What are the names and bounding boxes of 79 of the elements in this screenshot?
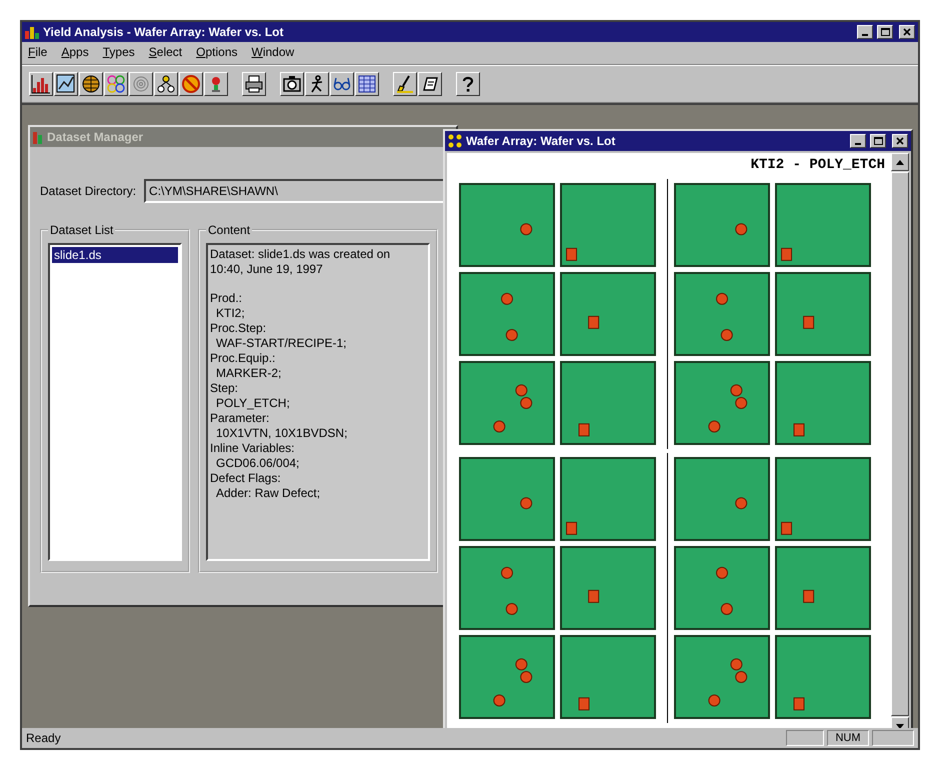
brush-icon	[395, 74, 415, 94]
toolbar-button[interactable]	[129, 72, 153, 96]
toolbar-button[interactable]	[330, 72, 354, 96]
close-button[interactable]	[892, 134, 908, 148]
content-line: KTI2;	[215, 306, 246, 321]
status-pane	[786, 730, 824, 746]
toolbar-button[interactable]	[54, 72, 78, 96]
menu-item[interactable]: Select	[148, 45, 182, 61]
hierarchy-icon	[156, 74, 176, 94]
group-label: Content	[207, 223, 252, 237]
content-line: Inline Variables:	[210, 441, 296, 456]
content-line: MARKER-2;	[215, 366, 282, 381]
toolbar-button[interactable]	[204, 72, 228, 96]
up-arrow-icon	[896, 160, 904, 164]
bar-chart-icon	[31, 74, 51, 94]
toolbar-button[interactable]	[355, 72, 379, 96]
list-item[interactable]: slide1.ds	[52, 247, 178, 263]
content-line: WAF-START/RECIPE-1;	[215, 336, 348, 351]
content-line: Adder: Raw Defect;	[215, 486, 322, 501]
minimize-button[interactable]	[857, 25, 873, 39]
camera-icon	[282, 74, 302, 94]
toolbar-button[interactable]	[79, 72, 103, 96]
close-icon	[903, 28, 911, 36]
content-line: 10X1VTN, 10X1BVDSN;	[215, 426, 348, 441]
content-line: Proc.Step:	[210, 321, 268, 336]
maximize-icon	[874, 137, 882, 145]
content-line: Step:	[210, 381, 240, 396]
scroll-up-button[interactable]	[891, 153, 909, 171]
grid-icon	[357, 74, 377, 94]
menu-item[interactable]: Apps	[61, 45, 89, 61]
circles-icon	[106, 74, 126, 94]
menu-item[interactable]: Types	[102, 45, 135, 61]
no-entry-icon	[181, 74, 201, 94]
content-line: Dataset: slide1.ds was created on 10:40, June 19, 1997	[210, 247, 392, 277]
toolbar-button[interactable]	[280, 72, 304, 96]
toolbar-button[interactable]	[456, 72, 480, 96]
toolbar-button[interactable]	[305, 72, 329, 96]
directory-label: Dataset Directory:	[40, 184, 136, 198]
group-label: Dataset List	[49, 223, 114, 237]
content-line: Parameter:	[210, 411, 270, 426]
maximize-button[interactable]	[877, 25, 893, 39]
menu-item[interactable]: Window	[252, 45, 294, 61]
dataset-list[interactable]: slide1.ds	[48, 243, 182, 561]
window-title: Wafer Array: Wafer vs. Lot	[466, 134, 616, 148]
maximize-icon	[880, 28, 890, 36]
toolbar-button[interactable]	[154, 72, 178, 96]
close-icon	[896, 137, 904, 145]
window-title: Dataset Manager	[47, 130, 144, 144]
toolbar-button[interactable]	[104, 72, 128, 96]
content-line: GCD06.06/004;	[215, 456, 300, 471]
printer-icon	[244, 74, 264, 94]
target-icon	[131, 74, 151, 94]
content-line: Prod.:	[210, 291, 244, 306]
toolbar-button[interactable]	[29, 72, 53, 96]
directory-field[interactable]: C:\YM\SHARE\SHAWN\	[144, 179, 446, 203]
close-button[interactable]	[899, 25, 915, 39]
line-chart-icon	[56, 74, 76, 94]
window-icon	[448, 134, 462, 148]
toolbar-button[interactable]	[242, 72, 266, 96]
menu-item[interactable]: File	[28, 45, 48, 61]
toolbar-button[interactable]	[393, 72, 417, 96]
minimize-button[interactable]	[850, 134, 866, 148]
chart-heading: KTI2 - POLY_ETCH	[750, 157, 885, 173]
toolbar-button[interactable]	[418, 72, 442, 96]
status-pane	[872, 730, 914, 746]
globe-icon	[81, 74, 101, 94]
menu-item[interactable]: Options	[196, 45, 238, 61]
toolbar-button[interactable]	[179, 72, 203, 96]
window-icon	[33, 130, 43, 144]
scroll-thumb[interactable]	[891, 172, 909, 716]
content-line: Proc.Equip.:	[210, 351, 276, 366]
status-indicator: NUM	[827, 730, 869, 746]
app-icon	[25, 25, 39, 39]
content-line: POLY_ETCH;	[215, 396, 291, 411]
status-message: Ready	[26, 731, 62, 745]
maximize-button[interactable]	[870, 134, 886, 148]
window-title: Yield Analysis - Wafer Array: Wafer vs. Lot	[43, 25, 285, 39]
content-line: Defect Flags:	[210, 471, 282, 486]
down-arrow-icon	[896, 724, 904, 728]
